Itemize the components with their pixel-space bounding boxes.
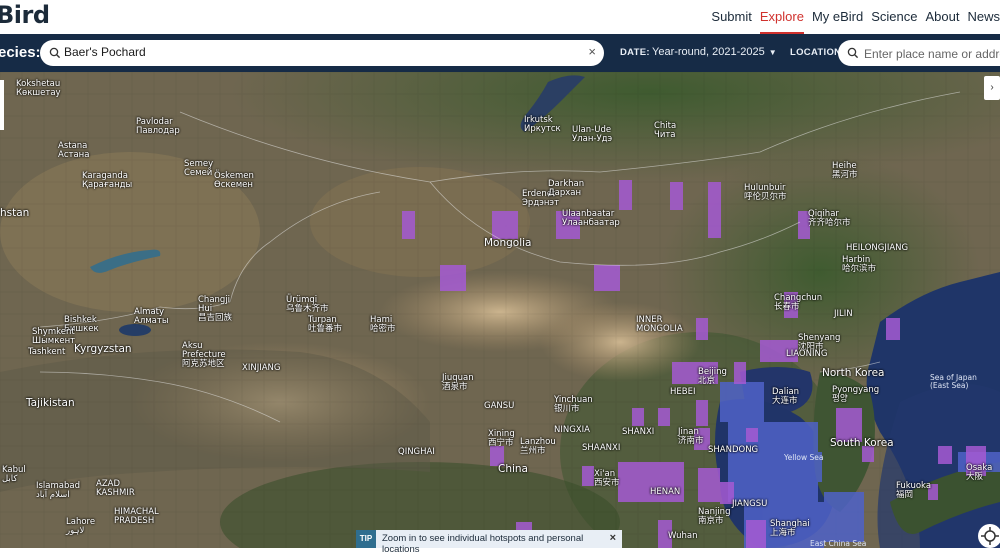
label-xinjiang: XINJIANG [242, 363, 281, 373]
label-inner-mongolia: INNER MONGOLIA [636, 315, 683, 334]
label-jiangsu: JIANGSU [732, 499, 768, 509]
sidebar-toggle-left[interactable] [0, 80, 4, 130]
label-shanghai: Shanghai 上海市 [770, 519, 810, 538]
label-kazakhstan: hstan [0, 207, 30, 219]
label-yellow-sea: Yellow Sea [784, 453, 824, 462]
label-aksu: Aksu Prefecture 阿克苏地区 [182, 341, 226, 369]
close-icon[interactable]: × [610, 532, 616, 544]
label-jinan: Jinan 济南市 [678, 427, 704, 446]
label-pavlodar: Pavlodar Павлодар [136, 117, 180, 136]
label-changchun: Changchun 长春市 [774, 293, 823, 312]
zoom-tip-banner: TIP Zoom in to see individual hotspots a… [356, 530, 622, 555]
label-islamabad: Islamabad اسلام آباد [36, 481, 80, 500]
label-oskemen: Öskemen Өскемен [214, 171, 254, 190]
label-astana: Astana Астана [58, 141, 90, 160]
range-map[interactable]: Kokshetau Көкшетау Pavlodar Павлодар Ast… [0, 72, 1000, 548]
chevron-right-icon[interactable]: › [984, 76, 1000, 100]
label-pyongyang: Pyongyang 평양 [832, 385, 880, 404]
label-azad-kashmir: AZAD KASHMIR [96, 479, 135, 498]
label-shymkent: Shymkent Шымкент [32, 327, 76, 346]
label-beijing: Beijing 北京 [698, 367, 727, 386]
locate-button[interactable] [978, 524, 1000, 548]
label-semey: Semey Семей [184, 159, 214, 178]
location-input[interactable] [862, 44, 1000, 64]
label-lahore: Lahore لاہور [66, 517, 96, 536]
label-osaka: Osaka 大阪 [966, 463, 993, 482]
label-qiqihar: Qiqihar 齐齐哈尔市 [808, 209, 851, 228]
label-jiuquan: Jiuquan 酒泉市 [442, 373, 474, 392]
species-label: ecies: [0, 44, 41, 61]
location-search[interactable] [838, 40, 1000, 66]
main-menu: Submit Explore My eBird Science About Ne… [711, 0, 1000, 34]
location-label: LOCATION: [790, 47, 845, 58]
label-nanjing: Nanjing 南京市 [698, 507, 731, 526]
label-jilin: JILIN [834, 309, 853, 319]
label-hulunbuir: Hulunbuir 呼伦贝尔市 [744, 183, 787, 202]
label-xian: Xi'an 西安市 [594, 469, 620, 488]
label-wuhan: Wuhan [668, 531, 698, 541]
nav-explore[interactable]: Explore [759, 2, 804, 34]
label-liaoning: LIAONING [786, 349, 828, 359]
label-kokshetau: Kokshetau Көкшетау [16, 79, 61, 98]
label-fukuoka: Fukuoka 福岡 [896, 481, 932, 500]
label-shandong: SHANDONG [708, 445, 759, 455]
search-icon [49, 47, 61, 59]
label-ulaanbaatar: Ulaanbaatar Улаанбаатар [562, 209, 620, 228]
label-himachal: HIMACHAL PRADESH [114, 507, 159, 526]
label-urumqi: Ürümqi 乌鲁木齐市 [286, 295, 329, 314]
ebird-logo[interactable]: Bird [0, 1, 50, 29]
label-hami: Hami 哈密市 [370, 315, 396, 334]
label-heihe: Heihe 黑河市 [832, 161, 858, 180]
species-value: Baer's Pochard [64, 45, 146, 59]
nav-my-ebird[interactable]: My eBird [812, 0, 863, 34]
date-dropdown[interactable]: Year-round, 2021-2025 ▼ [652, 46, 777, 58]
label-north-korea: North Korea [822, 367, 885, 379]
chevron-down-icon: ▼ [768, 48, 777, 57]
species-input[interactable]: Baer's Pochard × [40, 40, 604, 66]
label-changji: Changji Hui 昌吉回族 [198, 295, 233, 323]
search-icon [847, 47, 859, 59]
label-chita: Chita Чита [654, 121, 677, 140]
label-dalian: Dalian 大连市 [772, 387, 800, 406]
label-karaganda: Karaganda Қарағанды [82, 171, 133, 190]
label-china: China [498, 463, 528, 475]
label-tajikistan: Tajikistan [26, 397, 75, 409]
label-yinchuan: Yinchuan 银川市 [554, 395, 593, 414]
nav-news[interactable]: News [967, 0, 1000, 34]
label-shaanxi: SHAANXI [582, 443, 621, 453]
filter-bar: ecies: Baer's Pochard × DATE: Year-round… [0, 34, 1000, 72]
label-darkhan: Darkhan Дархан [548, 179, 585, 198]
label-irkutsk: Irkutsk Иркутск [524, 115, 561, 134]
label-ningxia: NINGXIA [554, 425, 590, 435]
nav-submit[interactable]: Submit [711, 0, 751, 34]
nav-science[interactable]: Science [871, 0, 917, 34]
label-lanzhou: Lanzhou 兰州市 [520, 437, 556, 456]
label-hebei: HEBEI [670, 387, 696, 397]
nav-about[interactable]: About [926, 0, 960, 34]
label-henan: HENAN [650, 487, 681, 497]
label-ulan-ude: Ulan-Ude Улан-Удэ [572, 125, 613, 144]
label-turpan: Turpan 吐鲁番市 [308, 315, 343, 334]
label-gansu: GANSU [484, 401, 515, 411]
clear-species-icon[interactable]: × [588, 44, 596, 59]
tip-tag: TIP [356, 530, 376, 548]
label-qinghai: QINGHAI [398, 447, 435, 457]
label-east-china-sea: East China Sea [810, 539, 867, 548]
tip-message: Zoom in to see individual hotspots and p… [382, 533, 584, 555]
date-value: Year-round, 2021-2025 [652, 46, 765, 58]
label-xining: Xining 西宁市 [488, 429, 515, 448]
label-harbin: Harbin 哈尔滨市 [842, 255, 877, 274]
label-south-korea: South Korea [830, 437, 894, 449]
label-sea-of-japan: Sea of Japan (East Sea) [930, 373, 977, 390]
label-kabul: Kabul کابل [2, 465, 26, 484]
label-almaty: Almaty Алматы [134, 307, 169, 326]
date-label: DATE: [620, 47, 650, 58]
top-nav: Bird Submit Explore My eBird Science Abo… [0, 0, 1000, 34]
label-mongolia: Mongolia [484, 237, 532, 249]
label-tashkent: Tashkent [28, 347, 66, 357]
label-shanxi: SHANXI [622, 427, 655, 437]
crosshair-icon [981, 527, 999, 545]
label-kyrgyzstan: Kyrgyzstan [74, 343, 132, 355]
label-heilongjiang: HEILONGJIANG [846, 243, 909, 253]
